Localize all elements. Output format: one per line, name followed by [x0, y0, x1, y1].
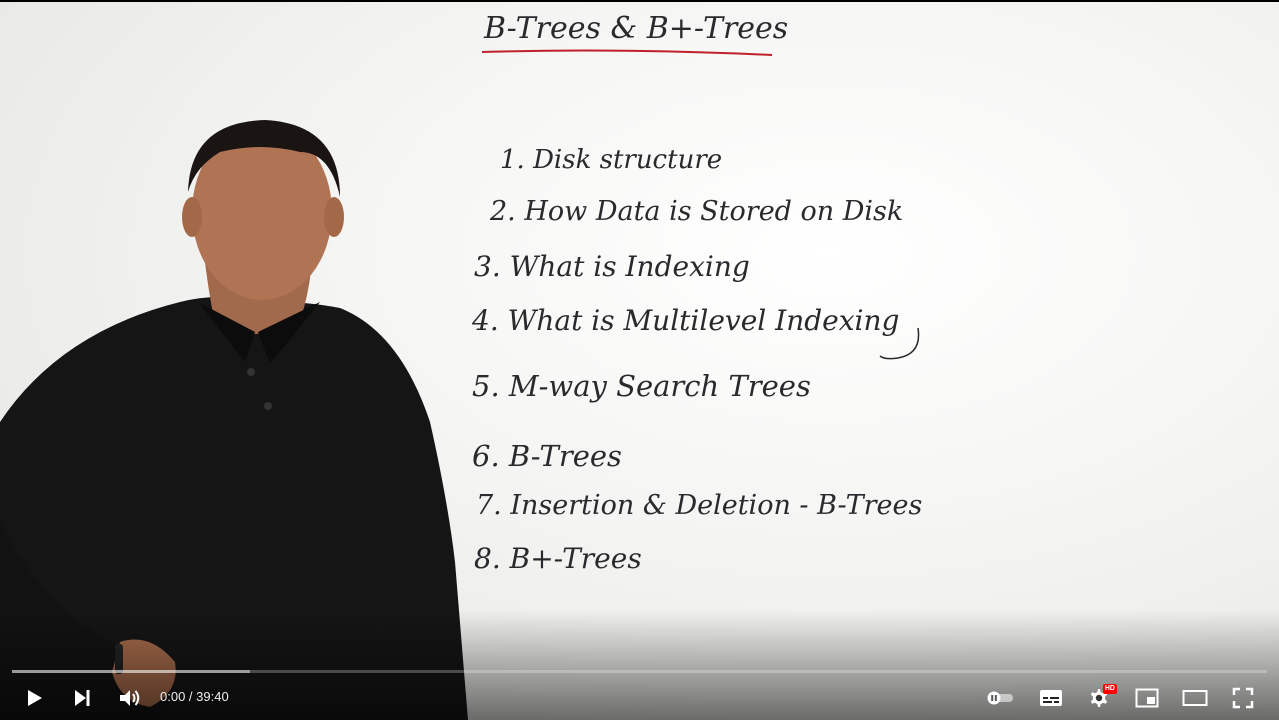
shirt-button	[264, 402, 272, 410]
progress-bar[interactable]	[12, 670, 1267, 673]
fullscreen-button[interactable]	[1223, 678, 1263, 718]
autoplay-toggle-icon	[987, 691, 1013, 705]
shirt-button	[247, 368, 255, 376]
fullscreen-icon	[1232, 687, 1254, 709]
play-icon	[28, 690, 42, 706]
play-button[interactable]	[14, 678, 54, 718]
volume-icon	[120, 690, 140, 706]
presenter-ear	[182, 197, 202, 237]
theater-mode-button[interactable]	[1175, 678, 1215, 718]
next-icon	[75, 690, 90, 706]
subtitles-button[interactable]	[1031, 678, 1071, 718]
miniplayer-button[interactable]	[1127, 678, 1167, 718]
player-controls: 0:00 / 39:40 HD	[0, 676, 1279, 720]
video-frame[interactable]: B-Trees & B+-Trees 1. Disk structure 2. …	[0, 2, 1279, 720]
video-player[interactable]: B-Trees & B+-Trees 1. Disk structure 2. …	[0, 0, 1279, 720]
time-display: 0:00 / 39:40	[160, 689, 229, 704]
theater-mode-icon	[1182, 690, 1208, 706]
settings-button[interactable]: HD	[1079, 678, 1119, 718]
subtitles-icon	[1040, 690, 1062, 706]
progress-loaded	[12, 670, 251, 673]
miniplayer-icon	[1135, 688, 1159, 708]
time-separator: /	[185, 689, 197, 704]
autoplay-toggle[interactable]	[980, 678, 1020, 718]
hd-badge: HD	[1102, 684, 1117, 694]
volume-button[interactable]	[110, 678, 150, 718]
duration: 39:40	[196, 689, 229, 704]
current-time: 0:00	[160, 689, 186, 704]
next-button[interactable]	[62, 678, 102, 718]
presenter-ear	[324, 197, 344, 237]
presenter	[0, 120, 468, 720]
